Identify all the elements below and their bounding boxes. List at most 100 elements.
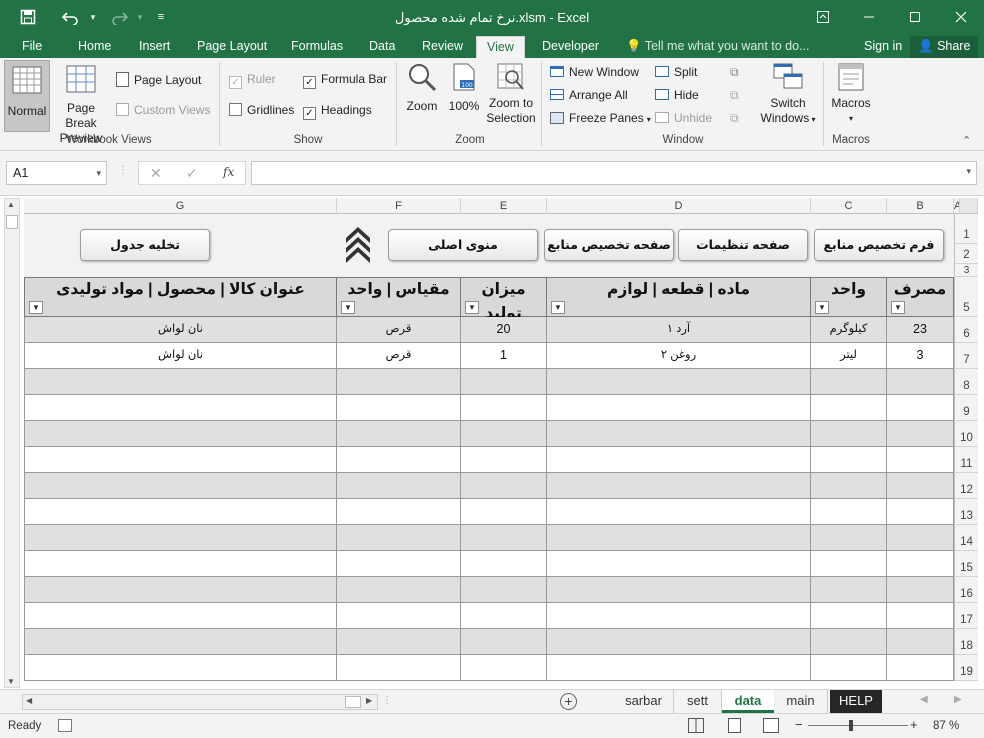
double-chevron-up-icon[interactable] [344, 224, 372, 267]
headings-checkbox[interactable]: ✓ Headings [303, 103, 372, 120]
row-header[interactable]: 15 [954, 551, 978, 577]
filter-dropdown-icon[interactable]: ▼ [891, 301, 905, 314]
tab-view[interactable]: View [476, 36, 525, 58]
cell-production-qty[interactable] [461, 473, 547, 499]
tab-scroll-right-icon[interactable]: ▶ [954, 694, 962, 705]
ribbon-display-icon[interactable] [800, 0, 846, 34]
cell-consumption[interactable]: 23 [887, 317, 954, 343]
worksheet[interactable]: ▲ ▼ G F E D C B A 1 2 3 5 6 7 8 9 10 11 … [0, 195, 984, 689]
collapse-ribbon-icon[interactable]: ⌃ [962, 134, 971, 147]
row-header[interactable]: 17 [954, 603, 978, 629]
scroll-thumb[interactable] [6, 215, 18, 229]
cell-unit-scale[interactable] [337, 603, 461, 629]
cell-product[interactable] [24, 603, 337, 629]
reset-window-position-icon[interactable]: ⧉ [730, 111, 739, 126]
cell-unit-scale[interactable] [337, 447, 461, 473]
scroll-thumb[interactable] [345, 696, 361, 708]
synchronous-scrolling-icon[interactable]: ⧉ [730, 88, 739, 103]
cell-product[interactable] [24, 551, 337, 577]
cell-material[interactable] [547, 447, 811, 473]
cell-consumption[interactable] [887, 473, 954, 499]
formula-input[interactable]: ▾ [251, 161, 977, 185]
cell-production-qty[interactable]: 20 [461, 317, 547, 343]
hide-button[interactable]: Hide [655, 88, 699, 102]
cell-material[interactable] [547, 577, 811, 603]
cell-production-qty[interactable] [461, 395, 547, 421]
cell-product[interactable] [24, 369, 337, 395]
cell-consumption[interactable] [887, 525, 954, 551]
page-break-preview-button[interactable]: Page Break Preview [52, 60, 110, 145]
row-header[interactable]: 6 [954, 317, 978, 343]
cell-production-qty[interactable] [461, 655, 547, 681]
cell-unit[interactable] [811, 395, 887, 421]
column-header-c[interactable]: C [811, 198, 887, 214]
cell-unit-scale[interactable]: قرص [337, 343, 461, 369]
clear-table-button[interactable]: تخلیه جدول [80, 229, 210, 261]
cell-consumption[interactable] [887, 447, 954, 473]
switch-windows-button[interactable]: Switch Windows ▾ [756, 62, 820, 127]
cell-material[interactable]: روغن ۲ [547, 343, 811, 369]
cell-production-qty[interactable] [461, 551, 547, 577]
table-header-product[interactable]: عنوان کالا | محصول | مواد تولیدی ▼ [24, 277, 337, 317]
cell-material[interactable] [547, 551, 811, 577]
allocation-page-button[interactable]: صفحه تخصیص منابع [544, 229, 674, 261]
cell-consumption[interactable] [887, 629, 954, 655]
cell-consumption[interactable] [887, 421, 954, 447]
column-header-b[interactable]: B [887, 198, 954, 214]
cell-consumption[interactable] [887, 603, 954, 629]
scroll-up-icon[interactable]: ▲ [7, 200, 15, 209]
new-window-button[interactable]: New Window [550, 65, 639, 79]
row-header[interactable]: 19 [954, 655, 978, 681]
cell-unit-scale[interactable] [337, 473, 461, 499]
page-layout-status-icon[interactable] [728, 718, 741, 733]
row-header[interactable]: 3 [954, 264, 978, 277]
cell-production-qty[interactable] [461, 447, 547, 473]
zoom-slider-thumb[interactable] [848, 720, 853, 731]
cell-unit[interactable] [811, 603, 887, 629]
page-layout-view-button[interactable]: Page Layout [116, 72, 201, 87]
cell-unit[interactable] [811, 629, 887, 655]
cell-consumption[interactable] [887, 369, 954, 395]
tab-developer[interactable]: Developer [540, 36, 601, 58]
cell-unit[interactable] [811, 551, 887, 577]
sign-in-link[interactable]: Sign in [862, 36, 904, 58]
cell-material[interactable] [547, 499, 811, 525]
row-header[interactable]: 5 [954, 277, 978, 317]
cell-product[interactable]: نان لواش [24, 343, 337, 369]
cell-material[interactable] [547, 473, 811, 499]
column-header-e[interactable]: E [461, 198, 547, 214]
cell-product[interactable] [24, 499, 337, 525]
cell-product[interactable] [24, 473, 337, 499]
main-menu-button[interactable]: منوی اصلی [388, 229, 538, 261]
column-header-g[interactable]: G [24, 198, 337, 214]
row-header[interactable]: 2 [954, 244, 978, 264]
cell-unit[interactable] [811, 655, 887, 681]
allocation-form-button[interactable]: فرم تخصیص منابع [814, 229, 944, 261]
tell-me-box[interactable]: 💡 Tell me what you want to do... [624, 36, 812, 58]
cell-unit-scale[interactable] [337, 421, 461, 447]
cell-product[interactable] [24, 421, 337, 447]
cell-consumption[interactable] [887, 395, 954, 421]
cell-material[interactable]: آرد ۱ [547, 317, 811, 343]
cell-unit-scale[interactable] [337, 525, 461, 551]
table-header-material[interactable]: ماده | قطعه | لوازم ▼ [547, 277, 811, 317]
cell-unit-scale[interactable] [337, 551, 461, 577]
cell-production-qty[interactable]: 1 [461, 343, 547, 369]
cell-product[interactable]: نان لواش [24, 317, 337, 343]
filter-dropdown-icon[interactable]: ▼ [341, 301, 355, 314]
cell-production-qty[interactable] [461, 499, 547, 525]
zoom-to-selection-button[interactable]: Zoom to Selection [485, 62, 537, 126]
scroll-down-icon[interactable]: ▼ [7, 677, 15, 686]
row-header[interactable]: 13 [954, 499, 978, 525]
enter-icon[interactable]: ✓ [186, 165, 198, 182]
cell-unit[interactable] [811, 473, 887, 499]
zoom-in-icon[interactable]: + [910, 717, 918, 732]
cell-product[interactable] [24, 655, 337, 681]
formula-bar-checkbox[interactable]: ✓ Formula Bar [303, 72, 387, 89]
cell-consumption[interactable] [887, 655, 954, 681]
share-button[interactable]: 👤 Share [910, 36, 979, 58]
tab-formulas[interactable]: Formulas [289, 36, 345, 58]
tab-data[interactable]: Data [367, 36, 397, 58]
row-header[interactable]: 14 [954, 525, 978, 551]
filter-dropdown-icon[interactable]: ▼ [551, 301, 565, 314]
